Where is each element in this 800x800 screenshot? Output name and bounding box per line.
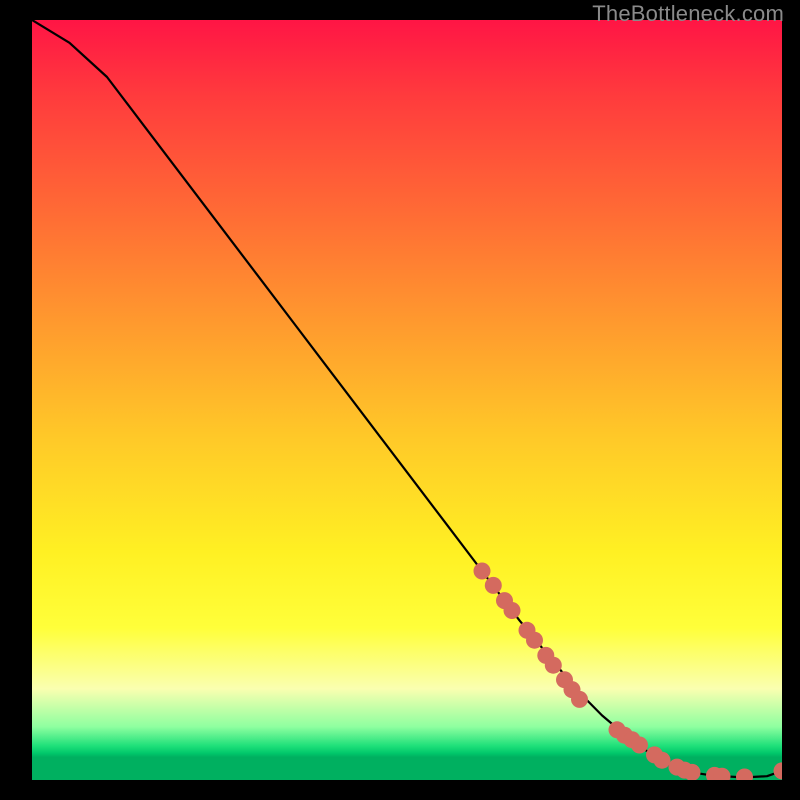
marker-point bbox=[526, 632, 543, 649]
marker-point bbox=[736, 769, 753, 781]
marker-point bbox=[631, 737, 648, 754]
curve-line bbox=[32, 20, 782, 777]
marker-point bbox=[654, 752, 671, 769]
chart-frame: TheBottleneck.com bbox=[0, 0, 800, 800]
marker-point bbox=[571, 691, 588, 708]
marker-group bbox=[474, 563, 783, 781]
watermark-text: TheBottleneck.com bbox=[592, 1, 784, 27]
marker-point bbox=[774, 762, 783, 779]
marker-point bbox=[545, 657, 562, 674]
marker-point bbox=[474, 563, 491, 580]
chart-svg bbox=[32, 20, 782, 780]
marker-point bbox=[485, 577, 502, 594]
marker-point bbox=[504, 602, 521, 619]
plot-area bbox=[32, 20, 782, 780]
